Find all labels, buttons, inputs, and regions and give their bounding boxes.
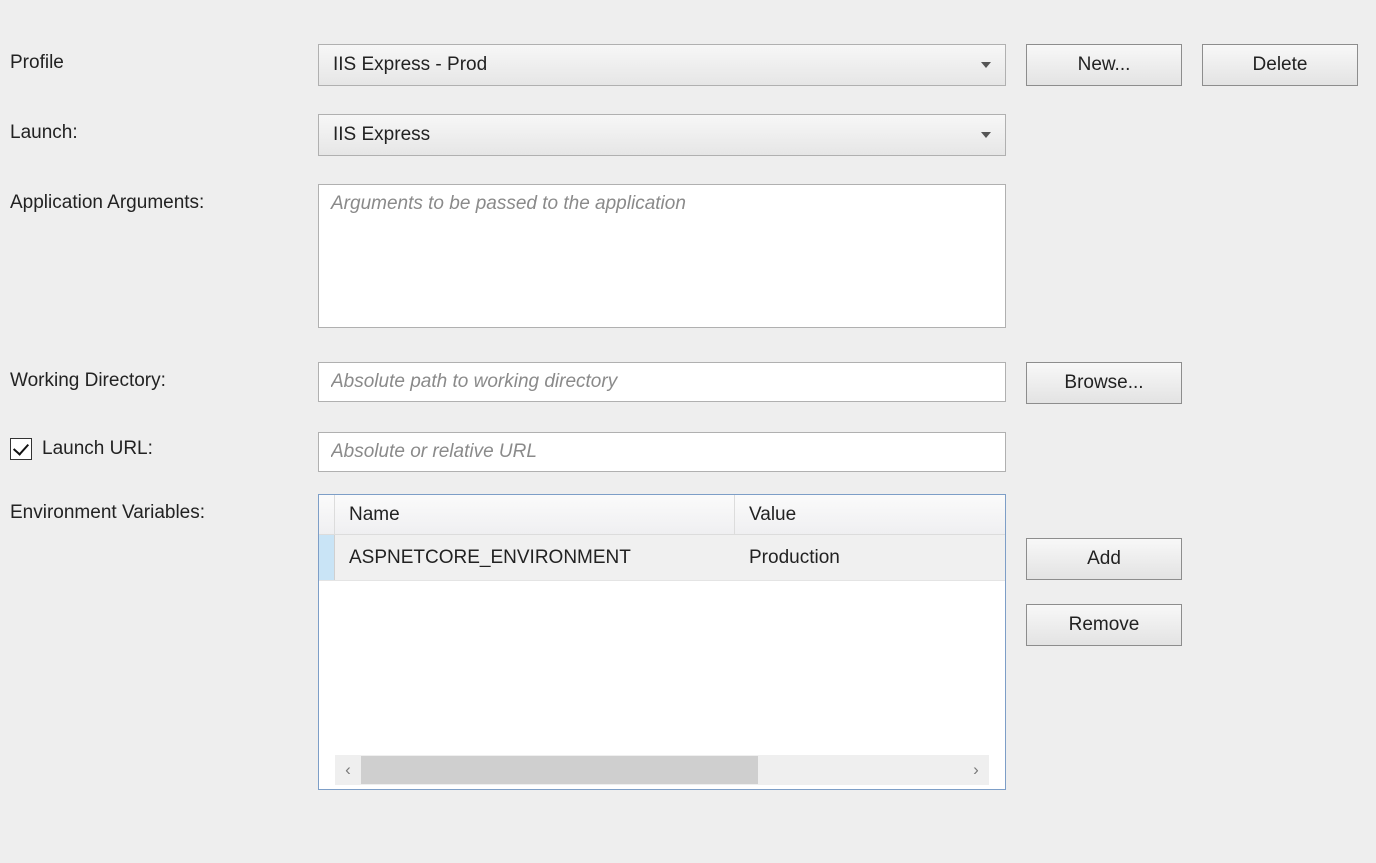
profile-select-value: IIS Express - Prod [333,54,487,76]
working-dir-input[interactable] [318,362,1006,402]
row-selector[interactable] [319,535,335,580]
working-dir-label: Working Directory: [10,362,318,392]
env-vars-grid[interactable]: Name Value ASPNETCORE_ENVIRONMENT Produc… [318,494,1006,790]
app-args-label: Application Arguments: [10,184,318,214]
remove-env-button[interactable]: Remove [1026,604,1182,646]
env-cell-name[interactable]: ASPNETCORE_ENVIRONMENT [335,535,735,580]
env-vars-label: Environment Variables: [10,494,318,524]
chevron-down-icon [981,62,991,68]
env-header-name[interactable]: Name [335,495,735,534]
env-header-value[interactable]: Value [735,495,1005,534]
launch-label: Launch: [10,114,318,144]
scroll-thumb[interactable] [361,756,758,784]
launch-url-label: Launch URL: [42,438,153,460]
scroll-right-icon[interactable]: › [963,760,989,780]
env-grid-body[interactable]: ASPNETCORE_ENVIRONMENT Production [319,535,1005,755]
app-args-input[interactable] [318,184,1006,328]
add-env-button[interactable]: Add [1026,538,1182,580]
launch-select-value: IIS Express [333,124,430,146]
browse-button[interactable]: Browse... [1026,362,1182,404]
scroll-left-icon[interactable]: ‹ [335,760,361,780]
launch-url-checkbox[interactable] [10,438,32,460]
scroll-track[interactable] [361,756,963,784]
horizontal-scrollbar[interactable]: ‹ › [335,755,989,785]
profile-select[interactable]: IIS Express - Prod [318,44,1006,86]
chevron-down-icon [981,132,991,138]
launch-select[interactable]: IIS Express [318,114,1006,156]
table-row[interactable]: ASPNETCORE_ENVIRONMENT Production [319,535,1005,581]
profile-label: Profile [10,44,318,74]
env-grid-header: Name Value [319,495,1005,535]
launch-url-input[interactable] [318,432,1006,472]
delete-profile-button[interactable]: Delete [1202,44,1358,86]
env-cell-value[interactable]: Production [735,535,1005,580]
new-profile-button[interactable]: New... [1026,44,1182,86]
